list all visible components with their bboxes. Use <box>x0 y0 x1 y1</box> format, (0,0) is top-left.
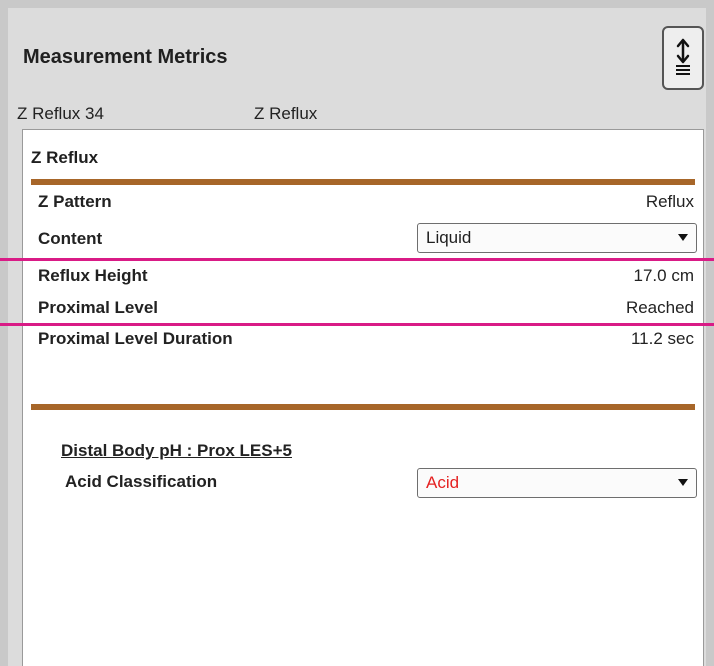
section-divider-top <box>31 179 695 185</box>
acid-classification-select[interactable]: Acid <box>417 468 697 498</box>
z-pattern-label: Z Pattern <box>38 192 112 211</box>
proximal-level-label: Proximal Level <box>38 298 159 317</box>
proximal-level-value: Reached <box>625 298 694 317</box>
reflux-height-value: 17.0 cm <box>633 266 694 285</box>
chevron-down-icon <box>678 479 688 486</box>
content-label: Content <box>38 229 103 248</box>
content-select-value: Liquid <box>426 228 472 247</box>
expand-collapse-button[interactable] <box>662 26 704 90</box>
acid-classification-label: Acid Classification <box>65 472 218 491</box>
chevron-down-icon <box>678 234 688 241</box>
acid-classification-value: Acid <box>426 473 460 492</box>
content-select[interactable]: Liquid <box>417 223 697 253</box>
proximal-level-duration-value: 11.2 sec <box>630 329 694 348</box>
section-divider-bottom <box>31 404 695 410</box>
highlight-line-top <box>0 258 714 261</box>
metrics-content: Z Reflux Z Pattern Reflux Content Liquid… <box>22 129 704 666</box>
section-title: Z Reflux <box>31 148 99 167</box>
reflux-type: Z Reflux <box>254 104 318 123</box>
proximal-level-duration-label: Proximal Level Duration <box>38 329 233 348</box>
vertical-expand-icon <box>671 35 695 82</box>
panel-title: Measurement Metrics <box>23 46 228 68</box>
z-pattern-value: Reflux <box>645 192 694 211</box>
distal-body-ph-link[interactable]: Distal Body pH : Prox LES+5 <box>61 441 292 461</box>
reflux-height-label: Reflux Height <box>38 266 148 285</box>
reflux-id: Z Reflux 34 <box>17 104 104 123</box>
highlight-line-bottom <box>0 323 714 326</box>
